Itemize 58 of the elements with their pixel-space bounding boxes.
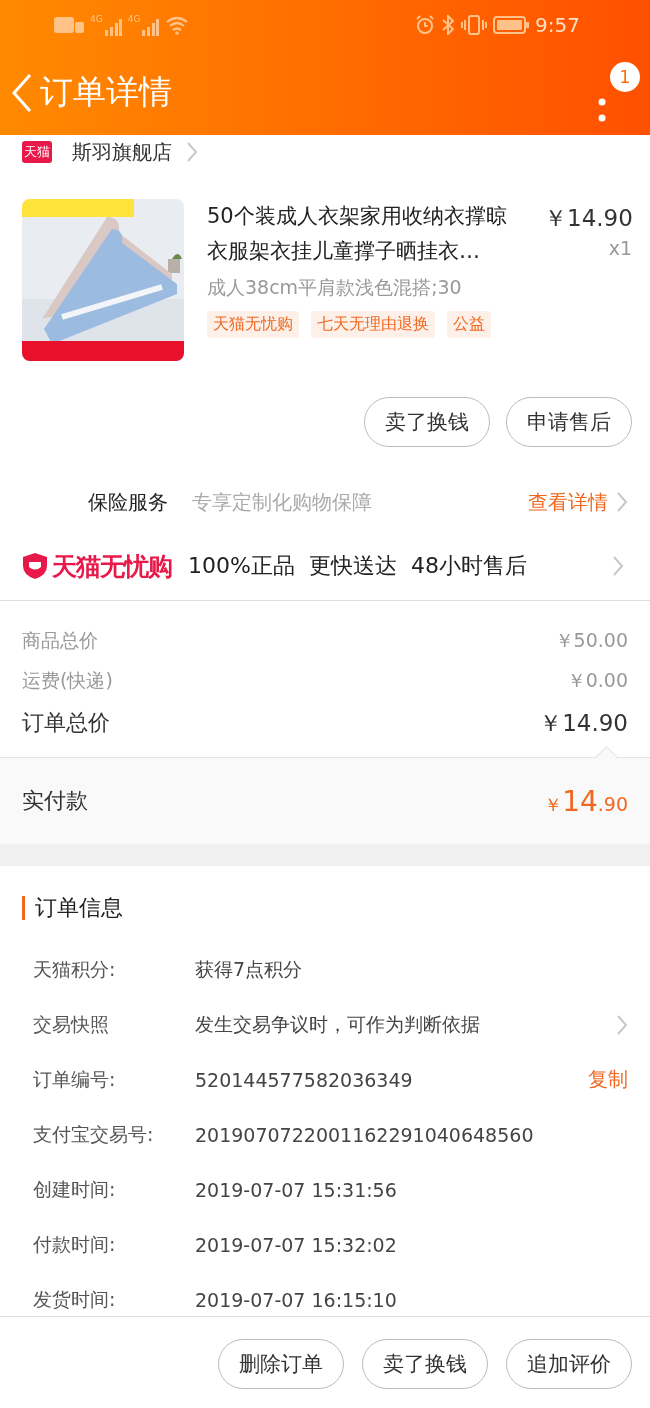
action-button[interactable]: 删除订单 [218, 1339, 344, 1389]
guarantee-brand: 天猫无忧购 [52, 550, 172, 583]
info-label: 发货时间: [33, 1286, 117, 1312]
price-label: 订单总价 [22, 709, 110, 737]
notification-badge: 1 [610, 61, 640, 92]
wifi-icon [165, 15, 190, 35]
chevron-icon [616, 491, 628, 513]
info-value: 520144577582036349 [195, 1068, 414, 1091]
service-tag: 公益 [447, 311, 491, 338]
guarantee-feature: 更快送达 [308, 552, 397, 580]
price-value: ￥0.00 [566, 668, 628, 693]
vibrate-icon [461, 15, 488, 35]
service-tag: 七天无理由退换 [311, 311, 435, 338]
hd-icon [54, 16, 84, 34]
action-button[interactable]: 卖了换钱 [364, 397, 490, 447]
info-value: 2019-07-07 15:32:02 [195, 1233, 398, 1256]
back-icon[interactable] [10, 72, 34, 113]
info-label: 支付宝交易号: [33, 1121, 155, 1147]
chevron-icon [616, 1013, 628, 1036]
info-value: 2019-07-07 15:31:56 [195, 1178, 398, 1201]
battery-icon [493, 16, 530, 34]
info-value: 2019070722001162291040648560 [195, 1123, 535, 1146]
price-value: ￥14.90 [539, 708, 628, 738]
chevron-icon [612, 555, 624, 577]
insurance-label: 保险服务 [88, 488, 168, 516]
insurance-description: 专享定制化购物保障 [192, 488, 373, 516]
action-button[interactable]: 申请售后 [506, 397, 632, 447]
service-tag: 天猫无忧购 [207, 311, 299, 338]
guarantee-feature: 100%正品 [188, 552, 295, 580]
info-value: 获得7点积分 [195, 956, 304, 982]
product-price: ￥14.90 [544, 204, 632, 233]
action-button[interactable]: 追加评价 [506, 1339, 632, 1389]
bluetooth-icon [441, 15, 456, 35]
product-variant: 成人38cm平肩款浅色混搭;30 [207, 275, 463, 300]
info-label: 订单编号: [33, 1066, 117, 1092]
paid-amount: ￥14.90 [544, 784, 628, 818]
price-value: ￥50.00 [554, 628, 628, 653]
price-label: 商品总价 [22, 628, 98, 653]
page-title: 订单详情 [40, 71, 173, 113]
info-value: 2019-07-07 16:15:10 [195, 1288, 398, 1311]
paid-label: 实付款 [22, 787, 88, 815]
guarantee-feature: 48小时售后 [410, 552, 527, 580]
info-label: 天猫积分: [33, 956, 117, 982]
chevron-icon [186, 141, 198, 163]
info-label: 创建时间: [33, 1176, 117, 1202]
store-name[interactable]: 斯羽旗舰店 [72, 138, 172, 166]
alarm-icon [415, 15, 436, 35]
info-value[interactable]: 发生交易争议时，可作为判断依据 [195, 1011, 616, 1038]
shield-icon [22, 552, 48, 580]
status-time: 9:57 [535, 13, 580, 37]
action-button[interactable]: 卖了换钱 [362, 1339, 488, 1389]
section-title: 订单信息 [22, 896, 628, 920]
product-title[interactable]: 50个装成人衣架家用收纳衣撑晾衣服架衣挂儿童撑子晒挂衣… [207, 199, 507, 269]
price-label: 运费(快递) [22, 668, 113, 693]
store-logo: 天猫 [22, 141, 52, 163]
info-label: 付款时间: [33, 1231, 117, 1257]
product-quantity: x1 [607, 237, 632, 259]
info-label: 交易快照 [33, 1011, 110, 1037]
